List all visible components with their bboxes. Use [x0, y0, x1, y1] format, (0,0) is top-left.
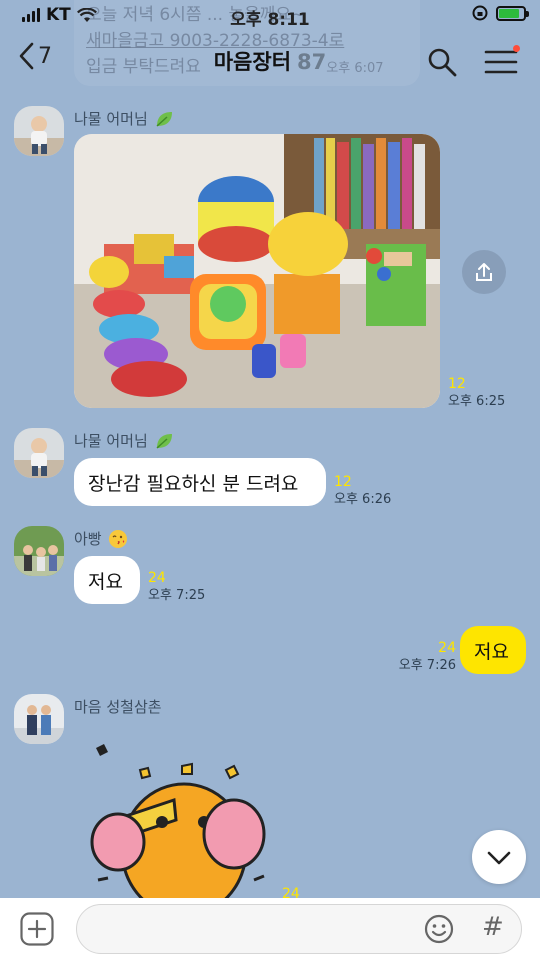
message-time: 오후 7:25 — [148, 588, 206, 603]
hashtag-search-icon[interactable]: # — [482, 912, 504, 942]
avatar-photo — [14, 428, 64, 478]
message-input[interactable] — [76, 904, 522, 954]
avatar[interactable] — [14, 428, 64, 478]
cheering-lion-sticker — [90, 744, 266, 898]
message-time: 오후 6:25 — [448, 394, 506, 409]
member-count: 87 — [297, 50, 327, 74]
leaf-icon — [156, 433, 172, 449]
message-meta: 12 오후 6:25 — [448, 376, 505, 410]
rotation-lock-icon — [472, 5, 488, 21]
menu-button[interactable] — [484, 45, 520, 76]
message-input-bar: # — [0, 898, 540, 961]
message-time: 오후 6:26 — [334, 492, 392, 507]
status-right — [472, 5, 529, 21]
sender-name: 마음 성철삼촌 — [74, 698, 162, 716]
unread-count: 24 — [438, 640, 456, 656]
sender-name: 나물 어머님 — [74, 430, 174, 451]
message-text: 장난감 필요하신 분 드려요 — [88, 472, 299, 495]
sender-name: 아빵 — [74, 528, 128, 549]
unread-count: 12 — [448, 376, 466, 392]
avatar-photo — [14, 526, 64, 576]
avatar[interactable] — [14, 106, 64, 156]
avatar[interactable] — [14, 694, 64, 744]
message-text: 저요 — [474, 640, 509, 663]
unread-count: 12 — [334, 474, 352, 490]
scroll-to-bottom-button[interactable] — [472, 830, 526, 884]
notice-line-1: 오늘 저녁 6시쯤 ... 놓을께요~ — [86, 5, 306, 25]
message-meta: 24 오후 7:25 — [148, 570, 205, 604]
emoticon-sticker[interactable] — [84, 740, 284, 898]
unread-count: 24 — [148, 570, 166, 586]
share-button[interactable] — [462, 250, 506, 294]
message-bubble[interactable]: 장난감 필요하신 분 드려요 — [74, 458, 326, 506]
hamburger-icon — [484, 50, 518, 74]
new-badge-dot — [513, 45, 520, 52]
toys-photo — [74, 134, 440, 408]
search-icon[interactable] — [426, 46, 458, 78]
kiss-emoji-icon — [108, 529, 127, 548]
message-bubble[interactable]: 저요 — [74, 556, 140, 604]
message-meta: 12 오후 6:26 — [334, 474, 391, 508]
avatar-photo — [14, 106, 64, 156]
message-meta: 24 오후 7:26 — [394, 640, 456, 674]
chat-header: 7 마음장터 87 — [0, 30, 540, 92]
message-time: 오후 7:26 — [398, 658, 456, 673]
my-message-bubble[interactable]: 저요 — [460, 626, 526, 674]
shared-photo[interactable] — [74, 134, 440, 408]
room-name: 마음장터 — [213, 50, 292, 74]
avatar[interactable] — [14, 526, 64, 576]
share-icon — [476, 263, 492, 281]
leaf-icon — [156, 111, 172, 127]
chat-title: 마음장터 87 — [0, 46, 540, 76]
add-attachment-icon[interactable] — [20, 912, 54, 946]
chevron-down-icon — [487, 851, 511, 865]
emoticon-icon[interactable] — [424, 914, 454, 944]
sender-name: 나물 어머님 — [74, 108, 174, 129]
battery-icon — [496, 5, 529, 21]
avatar-photo — [14, 694, 64, 744]
message-text: 저요 — [88, 570, 123, 593]
